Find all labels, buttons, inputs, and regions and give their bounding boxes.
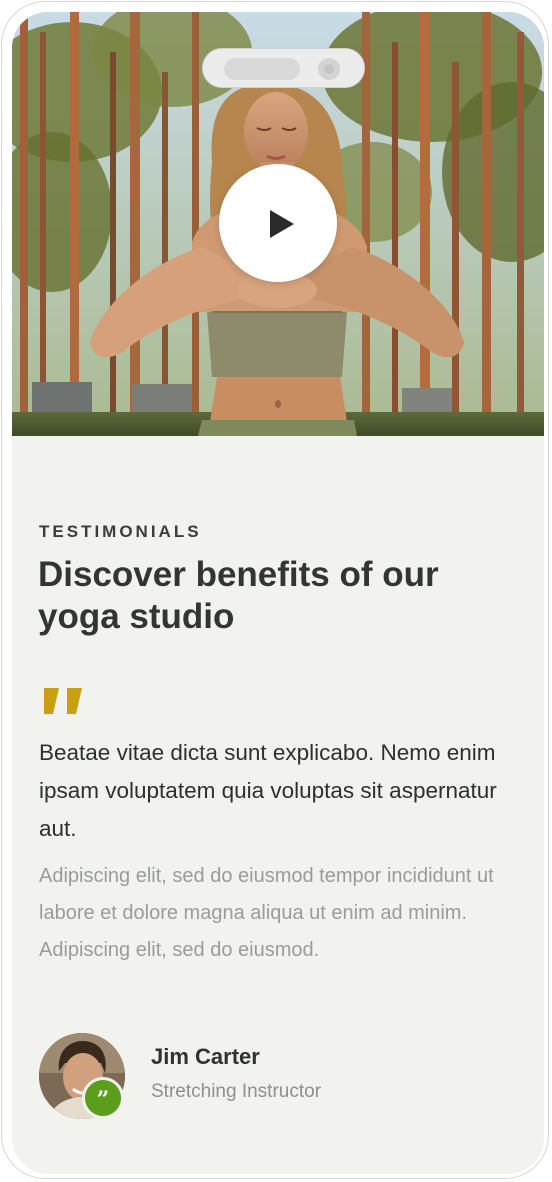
phone-frame: TESTIMONIALS Discover benefits of our yo… bbox=[1, 1, 549, 1179]
author-name: Jim Carter bbox=[151, 1044, 260, 1069]
play-icon bbox=[270, 210, 294, 238]
testimonial-body: Adipiscing elit, sed do eiusmod tempor i… bbox=[39, 865, 494, 961]
quote-badge-icon: ” bbox=[82, 1077, 124, 1119]
camera-icon bbox=[318, 58, 340, 80]
play-video-button[interactable] bbox=[219, 164, 337, 282]
quote-icon bbox=[44, 688, 82, 714]
author-avatar-group: ” bbox=[39, 1033, 125, 1119]
screen: TESTIMONIALS Discover benefits of our yo… bbox=[12, 12, 544, 1174]
sensor-pill bbox=[224, 58, 300, 80]
dynamic-island bbox=[202, 48, 365, 88]
section-headline: Discover benefits of our yoga studio bbox=[38, 555, 439, 636]
section-eyebrow: TESTIMONIALS bbox=[39, 522, 202, 541]
author-role: Stretching Instructor bbox=[151, 1081, 322, 1102]
testimonial-quote: Beatae vitae dicta sunt explicabo. Nemo … bbox=[39, 740, 497, 841]
